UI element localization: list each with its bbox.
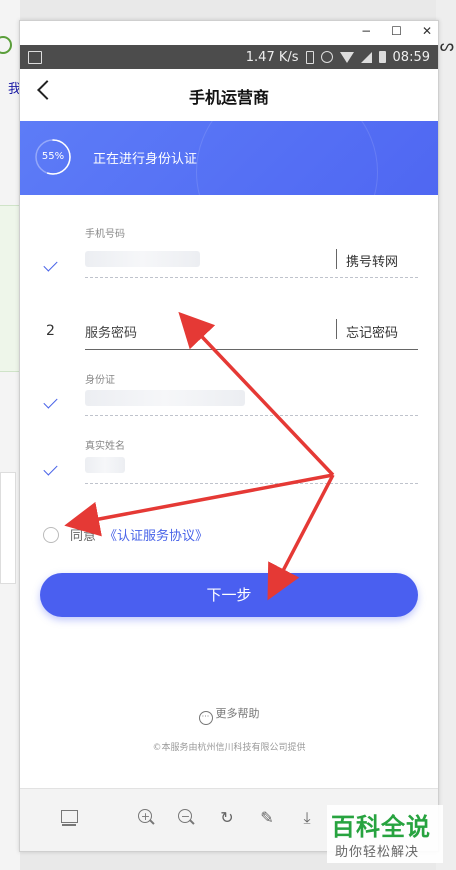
field-separator [336, 249, 337, 269]
zoom-in-icon[interactable]: + [138, 809, 156, 827]
watermark-subtitle: 助你轻松解决 [335, 845, 420, 860]
network-speed: 1.47 K/s [245, 49, 299, 65]
provider-note: ©本服务由杭州信川科技有限公司提供 [152, 743, 306, 753]
close-button[interactable]: ✕ [422, 24, 432, 38]
vibrate-icon [305, 50, 314, 64]
idcard-label: 身份证 [85, 375, 115, 386]
window-titlebar[interactable]: − ☐ ✕ [20, 21, 438, 45]
battery-icon [378, 51, 386, 63]
maximize-button[interactable]: ☐ [391, 24, 402, 38]
zoom-out-icon[interactable]: − [178, 809, 196, 827]
edit-pencil-icon[interactable]: ✎ [258, 809, 276, 827]
check-icon [43, 461, 58, 476]
verification-form: 手机号码 携号转网 2 服务密码 忘记密码 身份证 真实姓名 同意 《认证服务协… [20, 195, 438, 617]
agree-radio[interactable] [43, 526, 59, 543]
image-notification-icon [28, 50, 42, 64]
field-underline [85, 415, 418, 416]
agreement-row: 同意 《认证服务协议》 [43, 525, 208, 544]
app-header: 手机运营商 [20, 69, 438, 121]
watermark-title: 百科全说 [331, 813, 431, 841]
rotate-icon[interactable]: ↻ [218, 809, 236, 827]
phone-value-blurred[interactable] [85, 251, 200, 267]
screen-icon[interactable] [60, 809, 78, 827]
progress-message: 正在进行身份认证 [93, 152, 198, 167]
background-panel [0, 205, 20, 372]
alarm-icon [320, 51, 333, 63]
service-agreement-link[interactable]: 《认证服务协议》 [104, 525, 208, 544]
download-icon[interactable]: ⤓ [298, 809, 316, 827]
service-password-input[interactable]: 服务密码 [85, 322, 137, 341]
background-card [0, 472, 16, 584]
forgot-password-link[interactable]: 忘记密码 [346, 322, 398, 341]
page-title: 手机运营商 [188, 88, 269, 107]
realname-value-blurred[interactable] [85, 457, 125, 473]
banner-decoration [196, 121, 378, 195]
more-icon: ··· [198, 711, 213, 725]
more-help[interactable]: ··· 更多帮助 [20, 705, 438, 725]
signal-icon [360, 51, 372, 63]
field-underline [85, 483, 418, 484]
next-step-button[interactable]: 下一步 [40, 573, 418, 617]
phone-mirror-window: − ☐ ✕ 1.47 K/s 08:59 手机运营商 55% 正在进行身份认证 [19, 20, 439, 852]
check-icon [43, 394, 58, 409]
carrier-transfer-link[interactable]: 携号转网 [346, 251, 398, 270]
wifi-icon [339, 51, 354, 63]
minimize-button[interactable]: − [361, 24, 371, 38]
android-status-bar: 1.47 K/s 08:59 [20, 45, 438, 69]
background-page-right: ᔕ [436, 0, 456, 870]
step-number: 2 [46, 323, 55, 339]
idcard-value-blurred[interactable] [85, 390, 245, 406]
background-page-left: 我 [0, 0, 21, 870]
status-time: 08:59 [392, 49, 430, 65]
field-underline-active [85, 349, 418, 350]
field-separator [336, 319, 337, 339]
watermark-logo: 百科全说 助你轻松解决 [327, 805, 443, 863]
progress-percent: 55% [41, 151, 65, 162]
more-help-label: 更多帮助 [215, 707, 260, 720]
agree-text: 同意 [70, 529, 97, 544]
field-underline [85, 277, 418, 278]
realname-label: 真实姓名 [85, 441, 125, 452]
phone-label: 手机号码 [85, 229, 125, 240]
background-tab-icon [0, 36, 12, 54]
check-icon [43, 257, 58, 272]
progress-banner: 55% 正在进行身份认证 [20, 121, 438, 195]
background-swirl-icon: ᔕ [439, 36, 454, 55]
